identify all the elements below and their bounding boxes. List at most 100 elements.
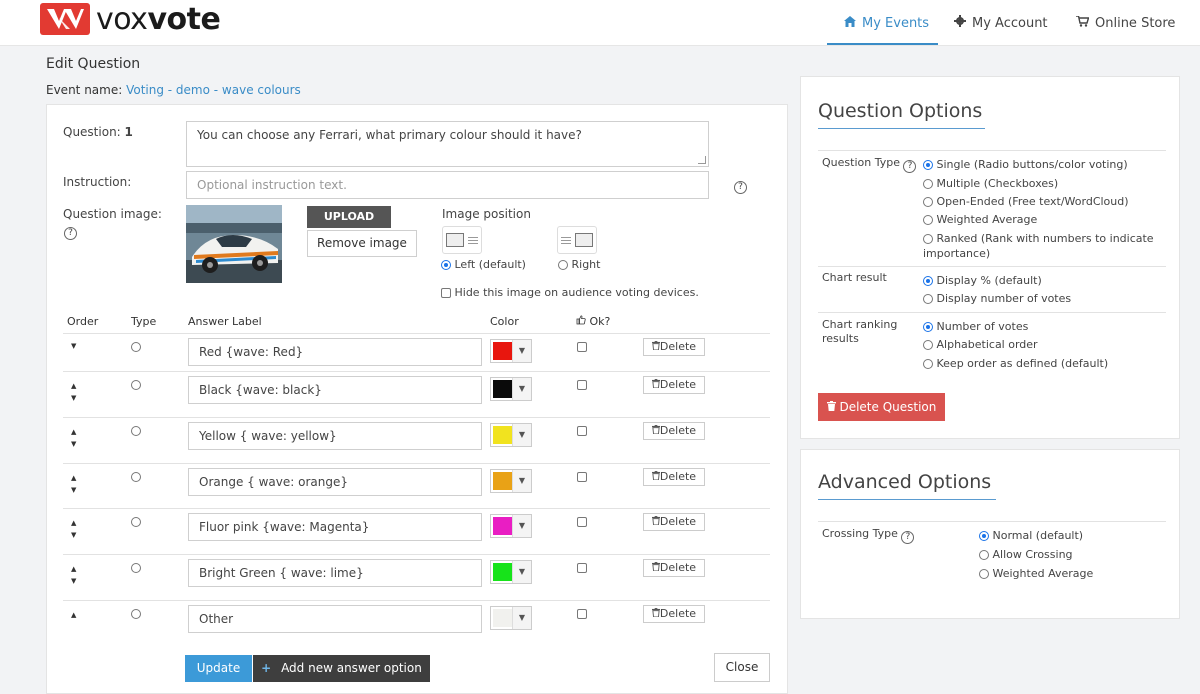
voxvote-logo[interactable]: voxvote <box>40 2 221 37</box>
crossing-normal-option[interactable]: Normal (default) <box>979 529 1083 542</box>
nav-my-account[interactable]: My Account <box>954 0 1048 46</box>
event-name-link[interactable]: Voting - demo - wave colours <box>126 83 301 97</box>
color-picker[interactable]: ▼ <box>490 560 532 584</box>
answer-type-radio[interactable] <box>131 380 141 390</box>
answer-type-radio[interactable] <box>131 563 141 573</box>
crossing-weighted-radio[interactable] <box>979 569 989 579</box>
type-weighted-average-option[interactable]: Weighted Average <box>923 213 1037 226</box>
chevron-down-icon[interactable]: ▼ <box>512 378 531 400</box>
type-multiple-option[interactable]: Multiple (Checkboxes) <box>923 177 1058 190</box>
move-down-icon[interactable]: ▼ <box>71 577 76 585</box>
color-picker[interactable]: ▼ <box>490 377 532 401</box>
position-left-radio[interactable] <box>441 260 451 270</box>
answer-type-radio[interactable] <box>131 342 141 352</box>
image-left-layout-icon[interactable] <box>442 226 482 254</box>
upload-button[interactable]: UPLOAD <box>307 206 391 228</box>
question-image-help-icon[interactable]: ? <box>64 227 77 240</box>
answer-type-radio[interactable] <box>131 472 141 482</box>
delete-question-button[interactable]: Delete Question <box>818 393 945 421</box>
delete-answer-button[interactable]: Delete <box>643 559 705 577</box>
update-button[interactable]: Update <box>185 655 252 682</box>
color-picker[interactable]: ▼ <box>490 469 532 493</box>
crossing-normal-radio[interactable] <box>979 531 989 541</box>
ok-checkbox[interactable] <box>577 472 587 482</box>
delete-answer-button[interactable]: Delete <box>643 513 705 531</box>
ok-checkbox[interactable] <box>577 342 587 352</box>
ranking-alphabetical-radio[interactable] <box>923 340 933 350</box>
hide-image-option[interactable]: Hide this image on audience voting devic… <box>441 286 699 299</box>
color-picker[interactable]: ▼ <box>490 606 532 630</box>
move-down-icon[interactable]: ▼ <box>71 394 76 402</box>
image-right-layout-icon[interactable] <box>557 226 597 254</box>
answer-label-input[interactable]: Black {wave: black} <box>188 376 482 404</box>
add-answer-button[interactable]: + Add new answer option <box>253 655 430 682</box>
answer-label-input[interactable]: Orange { wave: orange} <box>188 468 482 496</box>
instruction-input[interactable]: Optional instruction text. <box>186 171 709 199</box>
answer-label-input[interactable]: Yellow { wave: yellow} <box>188 422 482 450</box>
color-picker[interactable]: ▼ <box>490 339 532 363</box>
type-ranked-radio[interactable] <box>923 234 933 244</box>
chevron-down-icon[interactable]: ▼ <box>512 470 531 492</box>
ranking-votes-option[interactable]: Number of votes <box>923 320 1028 333</box>
ok-checkbox[interactable] <box>577 609 587 619</box>
chart-result-votes-option[interactable]: Display number of votes <box>923 292 1071 305</box>
answer-label-input[interactable]: Bright Green { wave: lime} <box>188 559 482 587</box>
ok-checkbox[interactable] <box>577 426 587 436</box>
delete-answer-button[interactable]: Delete <box>643 376 705 394</box>
ranking-defined-option[interactable]: Keep order as defined (default) <box>923 357 1108 370</box>
chevron-down-icon[interactable]: ▼ <box>512 515 531 537</box>
move-down-icon[interactable]: ▼ <box>71 342 76 350</box>
delete-answer-button[interactable]: Delete <box>643 422 705 440</box>
chevron-down-icon[interactable]: ▼ <box>512 340 531 362</box>
instruction-help-icon[interactable]: ? <box>734 181 747 194</box>
answer-label-input[interactable]: Other <box>188 605 482 633</box>
chevron-down-icon[interactable]: ▼ <box>512 607 531 629</box>
crossing-allow-radio[interactable] <box>979 550 989 560</box>
move-up-icon[interactable]: ▲ <box>71 428 76 436</box>
answer-label-input[interactable]: Fluor pink {wave: Magenta} <box>188 513 482 541</box>
delete-answer-button[interactable]: Delete <box>643 468 705 486</box>
chart-result-percent-radio[interactable] <box>923 276 933 286</box>
chevron-down-icon[interactable]: ▼ <box>512 561 531 583</box>
crossing-allow-option[interactable]: Allow Crossing <box>979 548 1073 561</box>
textarea-resize-handle[interactable] <box>698 156 706 164</box>
ranking-defined-radio[interactable] <box>923 359 933 369</box>
type-open-ended-option[interactable]: Open-Ended (Free text/WordCloud) <box>923 195 1129 208</box>
move-up-icon[interactable]: ▲ <box>71 519 76 527</box>
position-left-option[interactable]: Left (default) <box>441 258 526 271</box>
move-down-icon[interactable]: ▼ <box>71 440 76 448</box>
type-weighted-average-radio[interactable] <box>923 215 933 225</box>
position-right-radio[interactable] <box>558 260 568 270</box>
move-down-icon[interactable]: ▼ <box>71 531 76 539</box>
chart-result-votes-radio[interactable] <box>923 294 933 304</box>
answer-label-input[interactable]: Red {wave: Red} <box>188 338 482 366</box>
close-button[interactable]: Close <box>714 653 770 682</box>
type-single-option[interactable]: Single (Radio buttons/color voting) <box>923 158 1128 171</box>
chevron-down-icon[interactable]: ▼ <box>512 424 531 446</box>
chart-result-percent-option[interactable]: Display % (default) <box>923 274 1042 287</box>
delete-answer-button[interactable]: Delete <box>643 338 705 356</box>
answer-type-radio[interactable] <box>131 426 141 436</box>
ok-checkbox[interactable] <box>577 563 587 573</box>
color-picker[interactable]: ▼ <box>490 514 532 538</box>
nav-my-events[interactable]: My Events <box>844 0 929 46</box>
answer-type-radio[interactable] <box>131 517 141 527</box>
type-single-radio[interactable] <box>923 160 933 170</box>
position-right-option[interactable]: Right <box>558 258 600 271</box>
ranking-alphabetical-option[interactable]: Alphabetical order <box>923 338 1038 351</box>
move-up-icon[interactable]: ▲ <box>71 565 76 573</box>
move-down-icon[interactable]: ▼ <box>71 486 76 494</box>
crossing-weighted-option[interactable]: Weighted Average <box>979 567 1093 580</box>
move-up-icon[interactable]: ▲ <box>71 474 76 482</box>
nav-online-store[interactable]: Online Store <box>1076 0 1175 46</box>
remove-image-button[interactable]: Remove image <box>307 230 417 257</box>
question-textarea[interactable]: You can choose any Ferrari, what primary… <box>186 121 709 167</box>
ok-checkbox[interactable] <box>577 380 587 390</box>
move-up-icon[interactable]: ▲ <box>71 382 76 390</box>
answer-type-radio[interactable] <box>131 609 141 619</box>
ok-checkbox[interactable] <box>577 517 587 527</box>
color-picker[interactable]: ▼ <box>490 423 532 447</box>
ranking-votes-radio[interactable] <box>923 322 933 332</box>
type-ranked-option[interactable]: Ranked (Rank with numbers to indicate <box>923 232 1154 245</box>
type-open-ended-radio[interactable] <box>923 197 933 207</box>
